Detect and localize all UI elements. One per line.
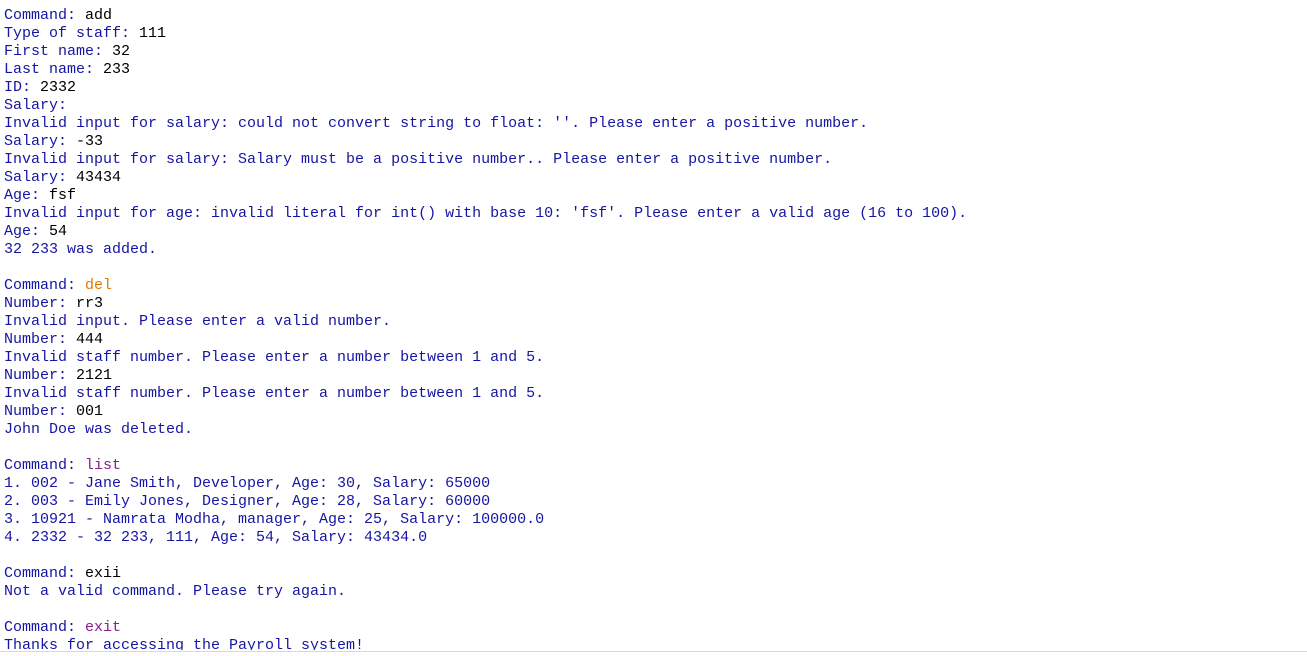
prompt-line: ID: 2332	[4, 79, 1307, 97]
prompt-line: Command: exit	[4, 619, 1307, 637]
prompt-text: ID:	[4, 79, 41, 96]
output-line: Invalid staff number. Please enter a num…	[4, 349, 1307, 367]
output-text: Invalid input. Please enter a valid numb…	[4, 313, 392, 330]
output-text: Not a valid command. Please try again.	[4, 583, 347, 600]
user-input-text: 233	[103, 61, 131, 78]
output-line: Thanks for accessing the Payroll system!	[4, 637, 1307, 650]
output-line: Not a valid command. Please try again.	[4, 583, 1307, 601]
prompt-line: Type of staff: 111	[4, 25, 1307, 43]
prompt-text: Type of staff:	[4, 25, 140, 42]
output-text: 2. 003 - Emily Jones, Designer, Age: 28,…	[4, 493, 491, 510]
prompt-text: Last name:	[4, 61, 104, 78]
output-line: Invalid input. Please enter a valid numb…	[4, 313, 1307, 331]
output-text: Thanks for accessing the Payroll system!	[4, 637, 365, 650]
output-text: 32 233 was added.	[4, 241, 158, 258]
prompt-text: Command:	[4, 7, 86, 24]
prompt-text: Command:	[4, 565, 86, 582]
output-line: Invalid input for salary: Salary must be…	[4, 151, 1307, 169]
user-input-text: 32	[112, 43, 131, 60]
prompt-text: Age:	[4, 187, 50, 204]
user-input-text: 001	[76, 403, 104, 420]
prompt-text: First name:	[4, 43, 113, 60]
prompt-line: Salary: 43434	[4, 169, 1307, 187]
output-line: John Doe was deleted.	[4, 421, 1307, 439]
prompt-line: Salary: -33	[4, 133, 1307, 151]
prompt-line: Number: 444	[4, 331, 1307, 349]
output-line: 3. 10921 - Namrata Modha, manager, Age: …	[4, 511, 1307, 529]
user-input-text: 111	[139, 25, 167, 42]
window-bottom-border	[0, 651, 1307, 652]
prompt-text: Salary:	[4, 169, 77, 186]
console-output[interactable]: Command: add Type of staff: 111 First name…	[4, 7, 1307, 650]
user-input-text: add	[85, 7, 113, 24]
user-input-text: -33	[76, 133, 104, 150]
user-input-text: 444	[76, 331, 104, 348]
prompt-text: Command:	[4, 457, 86, 474]
output-line: 32 233 was added.	[4, 241, 1307, 259]
prompt-text: Command:	[4, 277, 86, 294]
user-input-text: rr3	[76, 295, 104, 312]
output-text: 1. 002 - Jane Smith, Developer, Age: 30,…	[4, 475, 491, 492]
user-input-text: 54	[49, 223, 68, 240]
output-line: 4. 2332 - 32 233, 111, Age: 54, Salary: …	[4, 529, 1307, 547]
output-text: 4. 2332 - 32 233, 111, Age: 54, Salary: …	[4, 529, 428, 546]
user-input-text: 2332	[40, 79, 77, 96]
prompt-line: Number: 2121	[4, 367, 1307, 385]
prompt-text: Salary:	[4, 133, 77, 150]
output-line: 1. 002 - Jane Smith, Developer, Age: 30,…	[4, 475, 1307, 493]
prompt-line: Salary:	[4, 97, 1307, 115]
output-line: Invalid input for age: invalid literal f…	[4, 205, 1307, 223]
user-input-text: fsf	[49, 187, 77, 204]
prompt-line: First name: 32	[4, 43, 1307, 61]
prompt-line: Command: exii	[4, 565, 1307, 583]
prompt-text: Number:	[4, 331, 77, 348]
prompt-line: Command: del	[4, 277, 1307, 295]
output-text: Invalid staff number. Please enter a num…	[4, 385, 545, 402]
prompt-text: Salary:	[4, 97, 68, 114]
user-input-text: 2121	[76, 367, 113, 384]
prompt-line: Command: add	[4, 7, 1307, 25]
prompt-line: Number: rr3	[4, 295, 1307, 313]
user-input-text: exit	[85, 619, 122, 636]
prompt-text: Number:	[4, 295, 77, 312]
output-text: Invalid input for salary: Salary must be…	[4, 151, 833, 168]
prompt-text: Command:	[4, 619, 86, 636]
prompt-text: Age:	[4, 223, 50, 240]
output-text: John Doe was deleted.	[4, 421, 194, 438]
output-text: Invalid input for age: invalid literal f…	[4, 205, 968, 222]
output-line: Invalid staff number. Please enter a num…	[4, 385, 1307, 403]
output-line: Invalid input for salary: could not conv…	[4, 115, 1307, 133]
user-input-text: exii	[85, 565, 122, 582]
prompt-line: Command: list	[4, 457, 1307, 475]
output-text: Invalid input for salary: could not conv…	[4, 115, 869, 132]
user-input-text: list	[85, 457, 122, 474]
output-text: 3. 10921 - Namrata Modha, manager, Age: …	[4, 511, 545, 528]
prompt-line: Age: fsf	[4, 187, 1307, 205]
output-text: Invalid staff number. Please enter a num…	[4, 349, 545, 366]
user-input-text: del	[85, 277, 113, 294]
user-input-text: 43434	[76, 169, 122, 186]
prompt-line: Age: 54	[4, 223, 1307, 241]
prompt-text: Number:	[4, 367, 77, 384]
prompt-line: Number: 001	[4, 403, 1307, 421]
prompt-line: Last name: 233	[4, 61, 1307, 79]
prompt-text: Number:	[4, 403, 77, 420]
output-line: 2. 003 - Emily Jones, Designer, Age: 28,…	[4, 493, 1307, 511]
